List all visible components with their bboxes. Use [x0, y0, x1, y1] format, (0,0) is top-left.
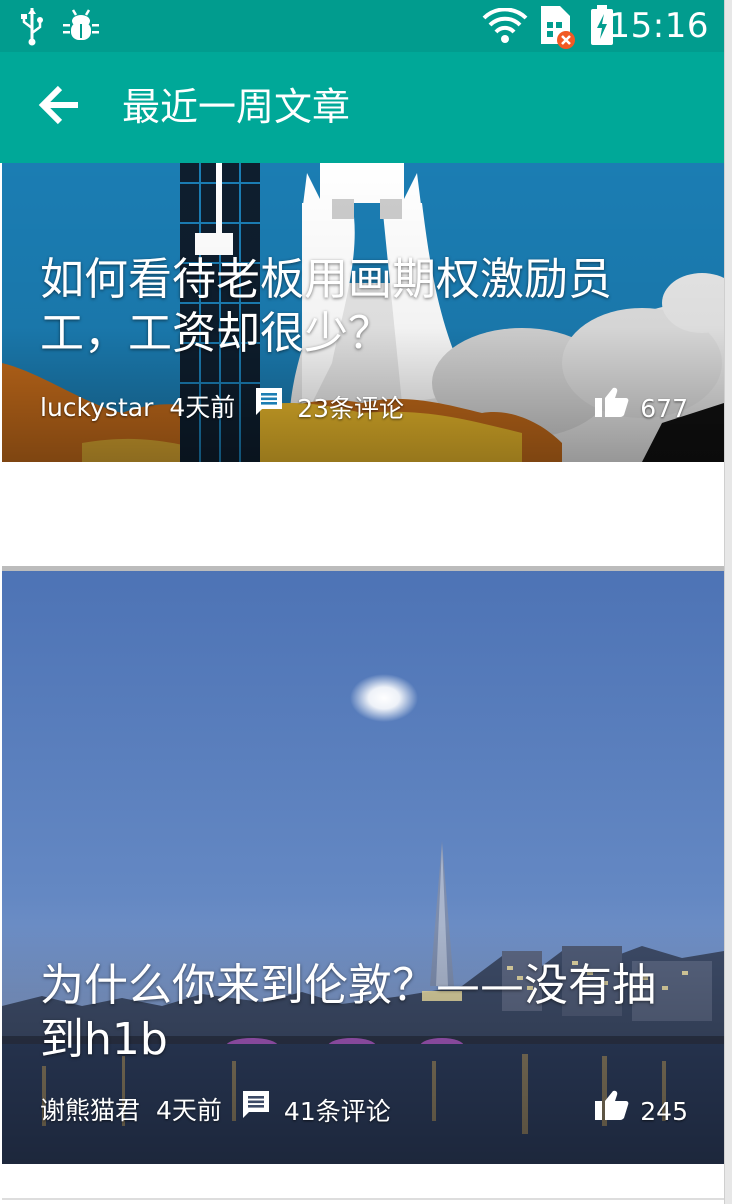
comment-icon: [240, 1089, 284, 1135]
article-like-button[interactable]: 245: [594, 1089, 688, 1135]
article-card[interactable]: 如何看待老板用画期权激励员工，工资却很少？ luckystar 4天前 23条评…: [2, 163, 724, 462]
list-divider: [2, 1198, 724, 1200]
thumbs-up-icon: [594, 386, 640, 432]
comment-icon: [253, 386, 297, 432]
article-meta: 谢熊猫君 4天前 41条评论 245: [40, 1089, 688, 1133]
status-time: 15:16: [608, 6, 709, 46]
sim-no-service-icon: [538, 4, 578, 54]
article-comment-count: 41条评论: [283, 1097, 391, 1126]
arrow-left-icon: [38, 85, 82, 129]
article-comments-button[interactable]: 23条评论: [253, 386, 404, 432]
article-comment-count: 23条评论: [297, 394, 405, 423]
article-meta: luckystar 4天前 23条评论 677: [40, 386, 688, 430]
article-like-count: 245: [640, 1097, 688, 1126]
article-author[interactable]: luckystar: [40, 386, 153, 430]
article-title[interactable]: 如何看待老板用画期权激励员工，工资却很少？: [40, 253, 680, 361]
london-skyline-night-photo: [2, 566, 724, 1164]
page-title: 最近一周文章: [122, 85, 351, 129]
article-like-count: 677: [640, 394, 688, 423]
article-like-button[interactable]: 677: [594, 386, 688, 432]
status-bar: 15:16: [0, 0, 725, 52]
usb-icon: [20, 6, 44, 50]
article-title[interactable]: 为什么你来到伦敦？——没有抽到h1b: [40, 959, 680, 1067]
article-time: 4天前: [169, 393, 236, 422]
article-author[interactable]: 谢熊猫君: [40, 1089, 140, 1133]
article-time: 4天前: [156, 1096, 222, 1125]
android-debug-icon: [62, 6, 100, 50]
wifi-icon: [482, 7, 528, 48]
article-comments-button[interactable]: 41条评论: [240, 1089, 391, 1135]
scrollbar-track[interactable]: [724, 0, 732, 1204]
back-button[interactable]: [30, 77, 90, 137]
screen: 15:16 最近一周文章 如何看待老板用画期权激励员工，工资却很少？ lucky…: [0, 0, 732, 1204]
app-toolbar: 最近一周文章: [0, 52, 725, 163]
thumbs-up-icon: [594, 1089, 640, 1135]
article-card[interactable]: 为什么你来到伦敦？——没有抽到h1b 谢熊猫君 4天前 41条评论 245: [2, 566, 724, 1164]
